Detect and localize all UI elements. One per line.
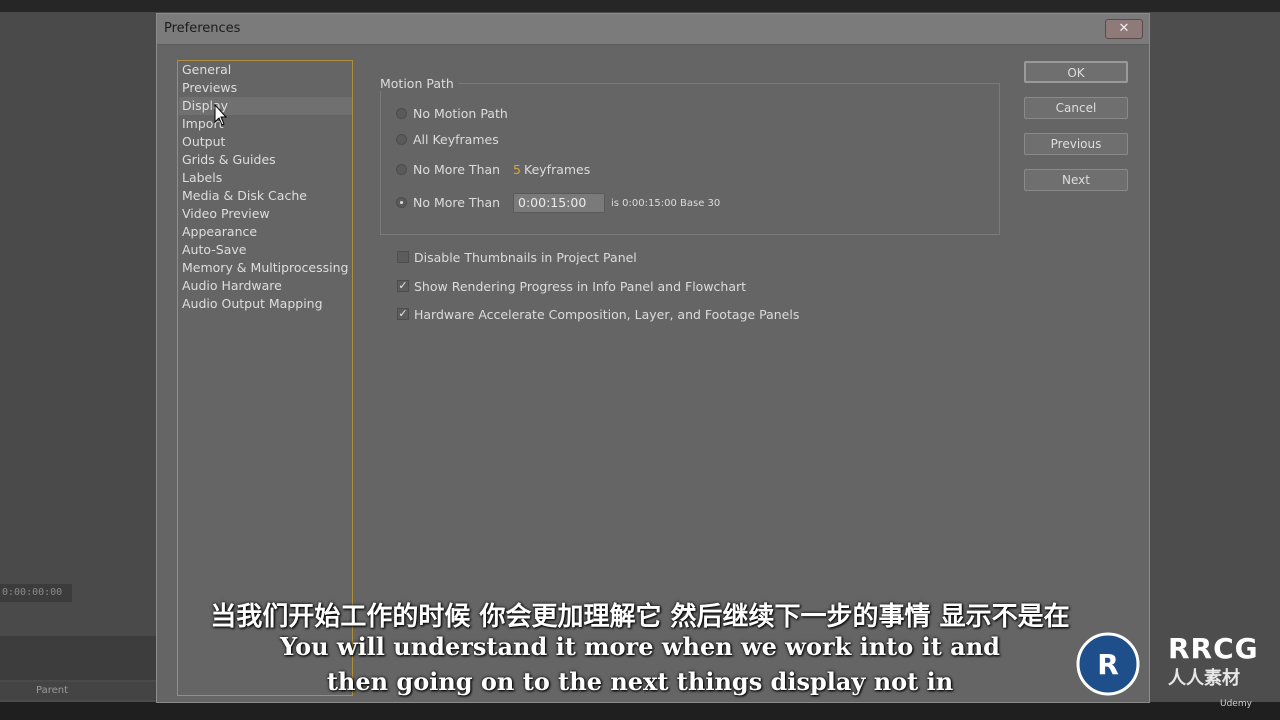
category-labels[interactable]: Labels <box>179 169 352 187</box>
category-display[interactable]: Display <box>179 97 352 115</box>
svg-text:R: R <box>1097 648 1119 681</box>
mouse-cursor-icon <box>214 104 228 126</box>
checkbox-hardware-accelerate[interactable]: ✓ <box>397 308 409 320</box>
close-icon: ✕ <box>1118 21 1130 36</box>
cancel-button[interactable]: Cancel <box>1024 97 1128 119</box>
checkmark-icon: ✓ <box>398 307 408 320</box>
checkbox-show-rendering-progress[interactable]: ✓ <box>397 280 409 292</box>
duration-input[interactable]: 0:00:15:00 <box>513 193 605 213</box>
category-appearance[interactable]: Appearance <box>179 223 352 241</box>
category-general[interactable]: General <box>179 61 352 79</box>
label-no-more-than-keyframes: No More Than <box>413 162 501 177</box>
label-keyframes-suffix: Keyframes <box>524 162 591 177</box>
category-memory-multiprocessing[interactable]: Memory & Multiprocessing <box>179 259 352 277</box>
category-audio-hardware[interactable]: Audio Hardware <box>179 277 352 295</box>
ok-button[interactable]: OK <box>1024 61 1128 83</box>
dialog-titlebar: Preferences ✕ <box>157 14 1149 45</box>
radio-no-more-than-keyframes[interactable] <box>396 164 407 175</box>
radio-no-motion-path[interactable] <box>396 108 407 119</box>
radio-all-keyframes[interactable] <box>396 134 407 145</box>
app-top-bar <box>0 0 1280 12</box>
category-auto-save[interactable]: Auto-Save <box>179 241 352 259</box>
category-video-preview[interactable]: Video Preview <box>179 205 352 223</box>
category-output[interactable]: Output <box>179 133 352 151</box>
motion-path-title: Motion Path <box>376 76 458 91</box>
radio-no-more-than-time[interactable] <box>396 197 407 208</box>
checkmark-icon: ✓ <box>398 279 408 292</box>
checkbox-disable-thumbnails[interactable] <box>397 251 409 263</box>
close-button[interactable]: ✕ <box>1105 19 1143 39</box>
label-no-more-than-time: No More Than <box>413 195 501 210</box>
category-import[interactable]: Import <box>179 115 352 133</box>
next-button[interactable]: Next <box>1024 169 1128 191</box>
label-no-motion-path: No Motion Path <box>413 106 508 121</box>
duration-note: is 0:00:15:00 Base 30 <box>611 198 721 209</box>
previous-button[interactable]: Previous <box>1024 133 1128 155</box>
logo-text: RRCG <box>1168 632 1259 665</box>
category-media-disk-cache[interactable]: Media & Disk Cache <box>179 187 352 205</box>
logo-subtext: 人人素材 <box>1168 668 1240 689</box>
category-audio-output-mapping[interactable]: Audio Output Mapping <box>179 295 352 313</box>
category-previews[interactable]: Previews <box>179 79 352 97</box>
label-show-rendering-progress: Show Rendering Progress in Info Panel an… <box>414 279 747 294</box>
label-all-keyframes: All Keyframes <box>413 132 499 147</box>
app-bottom-bar <box>0 702 1280 720</box>
udemy-mark: Udemy <box>1220 699 1252 709</box>
category-grids-guides[interactable]: Grids & Guides <box>179 151 352 169</box>
keyframe-count-value[interactable]: 5 <box>513 162 521 177</box>
label-hardware-accelerate: Hardware Accelerate Composition, Layer, … <box>414 307 800 322</box>
dialog-title: Preferences <box>164 21 241 36</box>
label-disable-thumbnails: Disable Thumbnails in Project Panel <box>414 250 637 265</box>
